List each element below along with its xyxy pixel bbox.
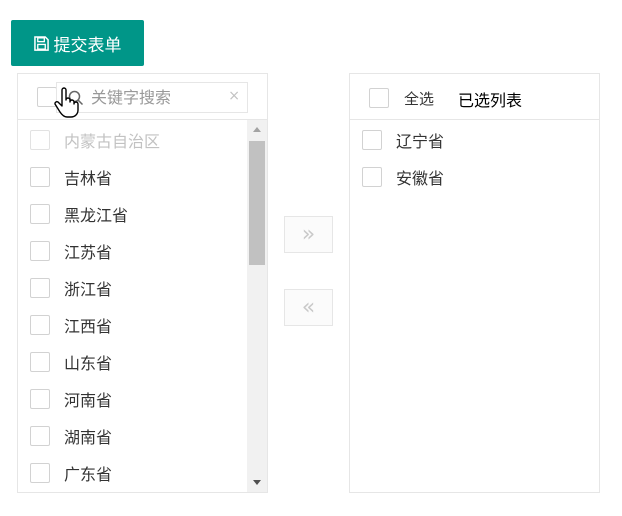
item-checkbox[interactable] <box>30 389 50 409</box>
list-item: 内蒙古自治区 <box>30 129 160 151</box>
left-select-all-checkbox[interactable] <box>37 87 57 107</box>
item-checkbox[interactable] <box>30 241 50 261</box>
double-chevron-right-icon: » <box>301 222 316 247</box>
item-checkbox[interactable] <box>30 315 50 335</box>
double-chevron-left-icon: « <box>301 295 316 320</box>
left-panel-header: × <box>18 74 267 120</box>
item-checkbox[interactable] <box>30 204 50 224</box>
scroll-down-arrow-icon[interactable] <box>253 480 261 485</box>
right-select-all-checkbox[interactable] <box>369 88 389 108</box>
right-transfer-panel: 全选 已选列表 辽宁省 安徽省 <box>349 73 600 493</box>
list-item[interactable]: 江西省 <box>30 314 112 336</box>
list-item[interactable]: 山东省 <box>30 351 112 373</box>
scroll-thumb[interactable] <box>249 141 265 265</box>
item-checkbox <box>30 130 50 150</box>
list-item[interactable]: 浙江省 <box>30 277 112 299</box>
submit-form-button[interactable]: 提交表单 <box>11 20 144 66</box>
clear-search-icon[interactable]: × <box>228 87 240 105</box>
move-to-right-button[interactable]: » <box>284 216 333 253</box>
item-label: 黑龙江省 <box>64 206 129 225</box>
item-checkbox[interactable] <box>362 167 382 187</box>
list-item[interactable]: 江苏省 <box>30 240 112 262</box>
item-label: 河南省 <box>64 391 113 410</box>
submit-form-label: 提交表单 <box>53 35 122 56</box>
item-label: 辽宁省 <box>396 132 445 151</box>
save-icon <box>33 35 49 51</box>
left-transfer-panel: × 内蒙古自治区 吉林省 黑龙江省 江苏省 浙江省 江西省 <box>17 73 268 493</box>
scroll-up-arrow-icon[interactable] <box>253 127 261 132</box>
item-label: 内蒙古自治区 <box>64 132 161 151</box>
item-label: 吉林省 <box>64 169 113 188</box>
left-list-scrollbar[interactable] <box>247 120 267 492</box>
item-label: 江苏省 <box>64 243 113 262</box>
list-item[interactable]: 广东省 <box>30 462 112 484</box>
item-checkbox[interactable] <box>30 167 50 187</box>
search-icon <box>68 90 84 106</box>
item-label: 湖南省 <box>64 428 113 447</box>
select-all-label: 全选 <box>404 90 435 108</box>
left-option-list: 内蒙古自治区 吉林省 黑龙江省 江苏省 浙江省 江西省 山东省 河南省 湖南省 … <box>18 120 247 492</box>
list-item[interactable]: 吉林省 <box>30 166 112 188</box>
item-label: 广东省 <box>64 465 113 484</box>
item-label: 安徽省 <box>396 169 445 188</box>
item-checkbox[interactable] <box>30 278 50 298</box>
item-label: 山东省 <box>64 354 113 373</box>
move-to-left-button[interactable]: « <box>284 289 333 326</box>
item-label: 江西省 <box>64 317 113 336</box>
list-item[interactable]: 安徽省 <box>362 166 444 188</box>
item-checkbox[interactable] <box>362 130 382 150</box>
search-box[interactable]: × <box>56 82 248 113</box>
list-item[interactable]: 辽宁省 <box>362 129 444 151</box>
right-panel-header: 全选 已选列表 <box>350 74 599 120</box>
item-checkbox[interactable] <box>30 352 50 372</box>
search-input[interactable] <box>91 87 221 107</box>
item-label: 浙江省 <box>64 280 113 299</box>
item-checkbox[interactable] <box>30 426 50 446</box>
item-checkbox[interactable] <box>30 463 50 483</box>
list-item[interactable]: 黑龙江省 <box>30 203 128 225</box>
right-option-list: 辽宁省 安徽省 <box>350 120 579 492</box>
list-item[interactable]: 湖南省 <box>30 425 112 447</box>
selected-list-title: 已选列表 <box>458 91 523 110</box>
list-item[interactable]: 河南省 <box>30 388 112 410</box>
